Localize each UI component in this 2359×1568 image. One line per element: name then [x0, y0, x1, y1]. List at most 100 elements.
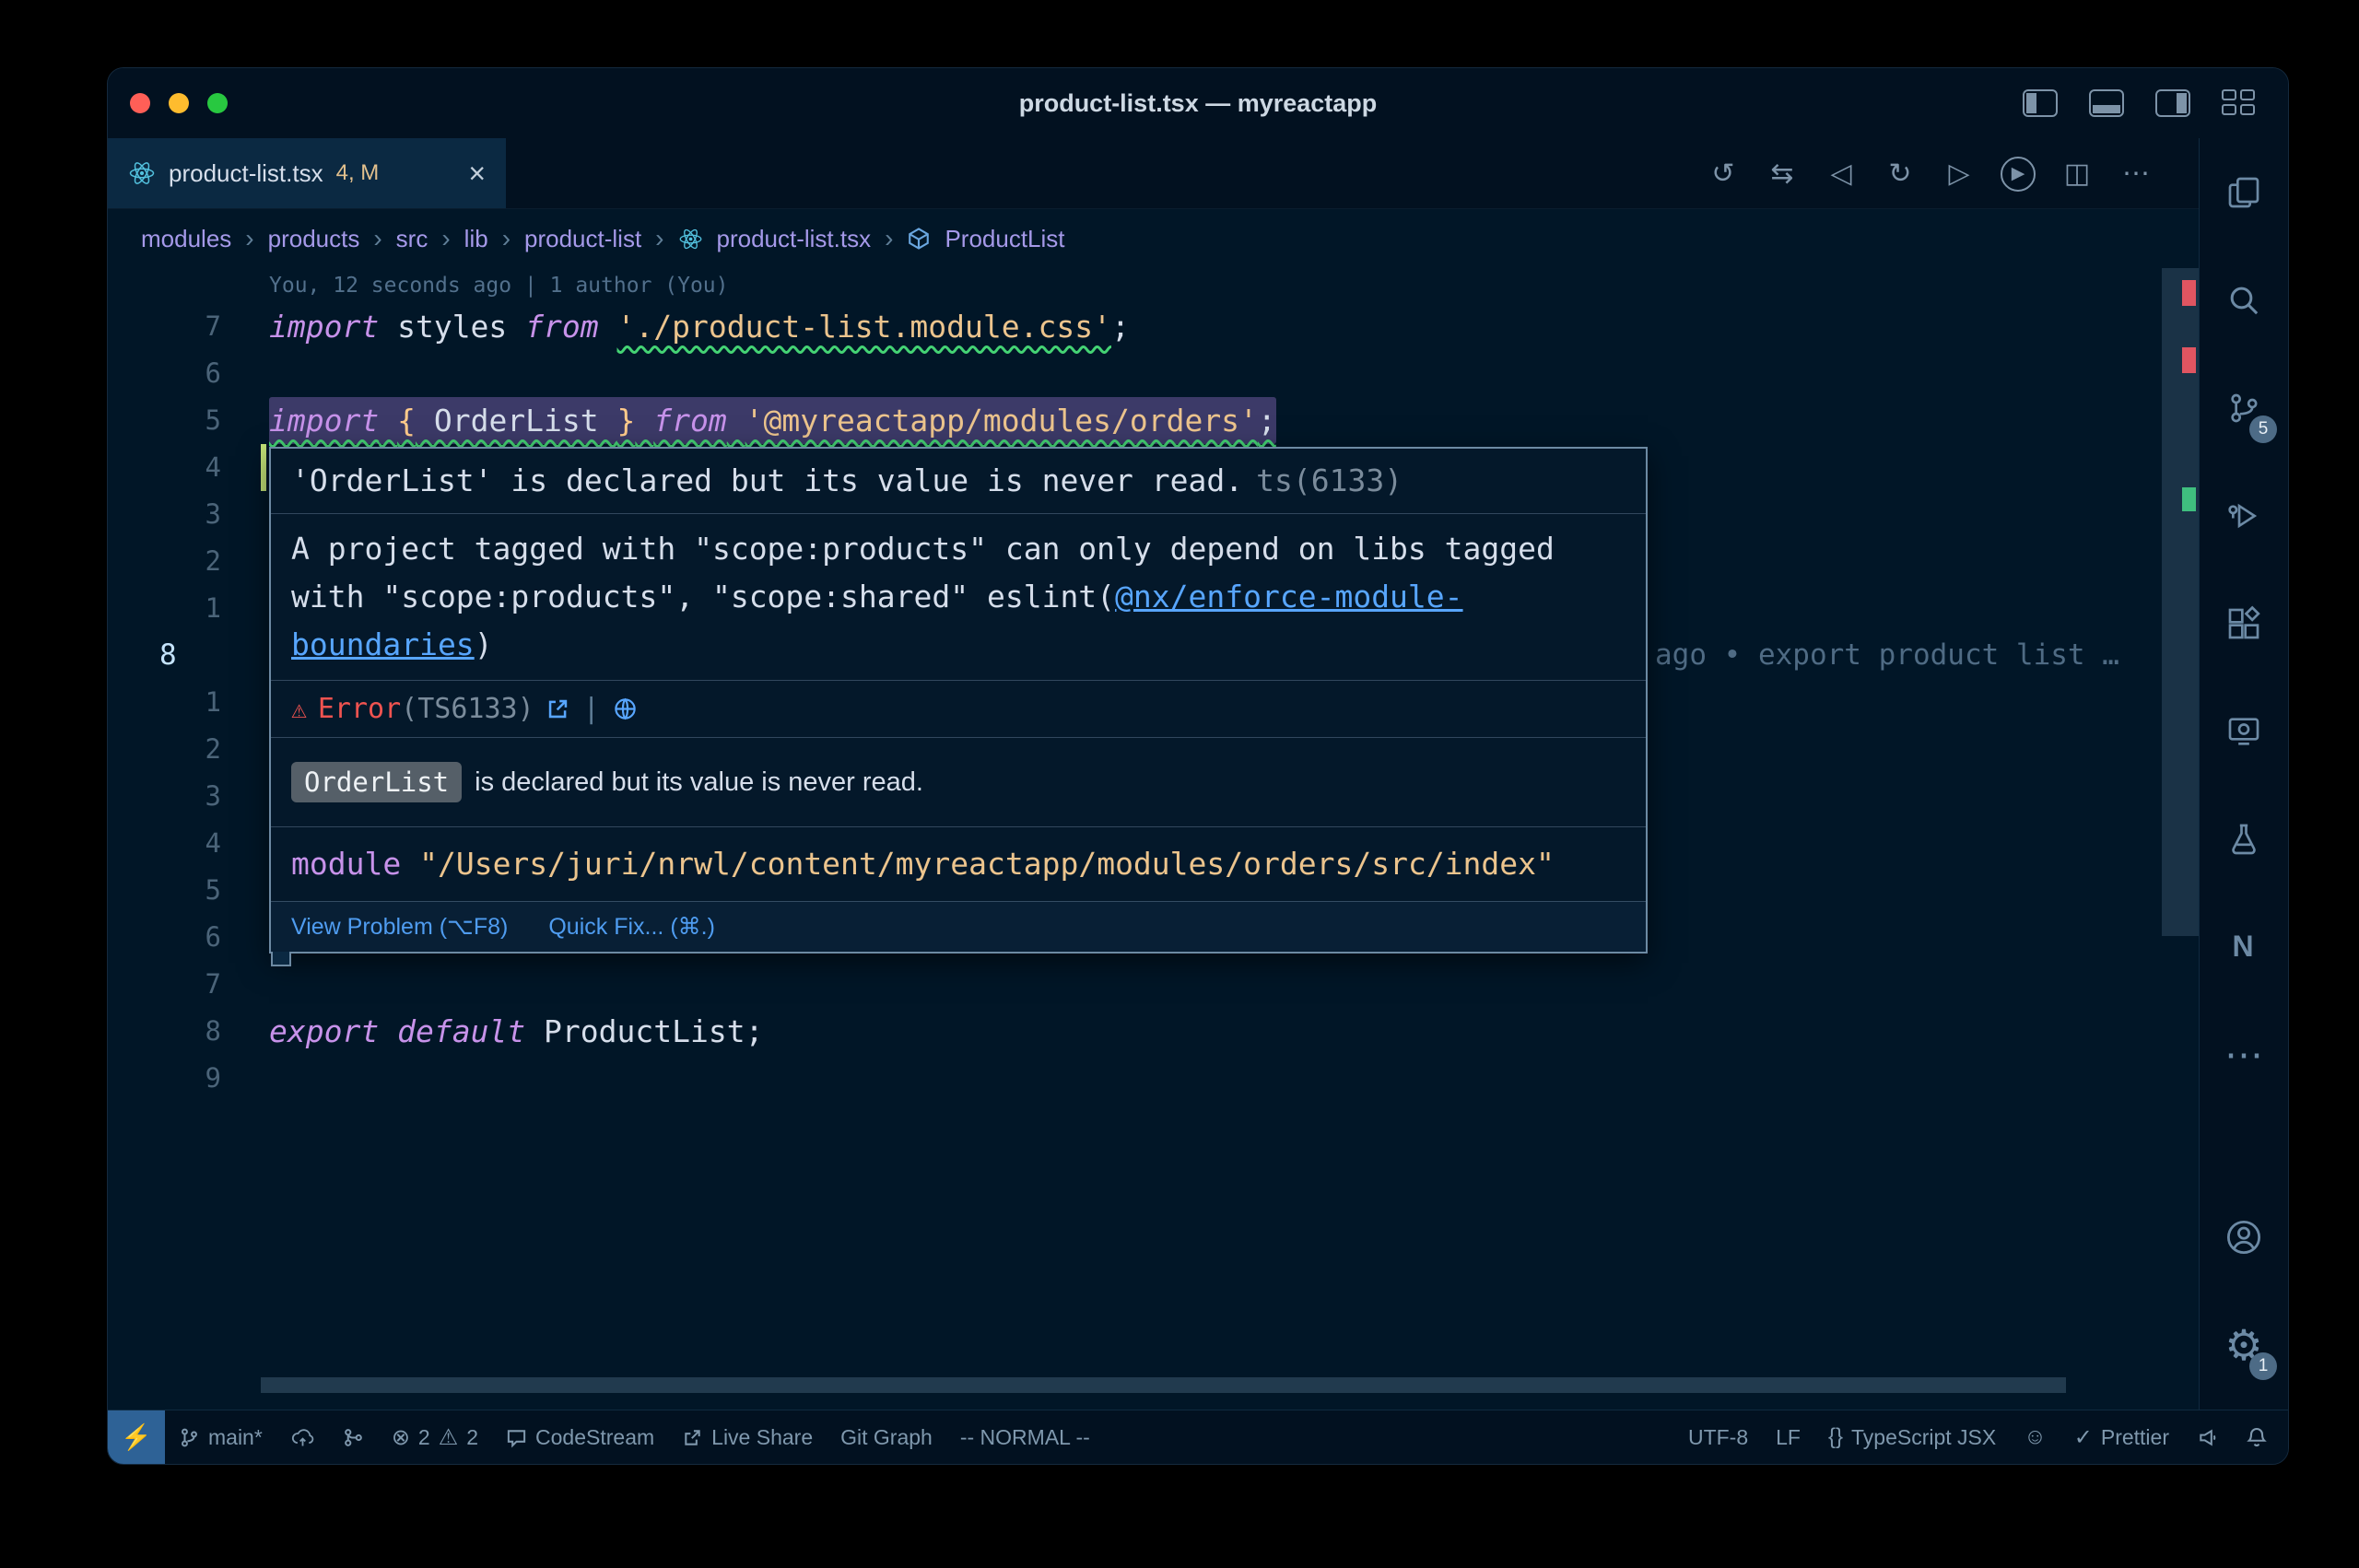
toggle-secondary-sidebar-icon[interactable] [2155, 89, 2190, 117]
code-line[interactable]: 7import styles from './product-list.modu… [108, 303, 2199, 350]
next-change-icon[interactable]: ▷ [1930, 158, 1989, 190]
code-token [599, 309, 617, 345]
close-window-button[interactable] [130, 93, 150, 113]
code-line[interactable]: 9 [108, 1055, 2199, 1102]
quick-fix-action[interactable]: Quick Fix... (⌘.) [548, 913, 715, 941]
zoom-window-button[interactable] [207, 93, 228, 113]
accounts-icon[interactable] [2200, 1183, 2288, 1291]
breadcrumb-separator: › [502, 224, 511, 253]
error-mark [2182, 347, 2196, 373]
statusbar-vim-mode[interactable]: -- NORMAL -- [946, 1410, 1104, 1464]
line-number[interactable]: 6 [108, 350, 269, 397]
code-token: styles [379, 309, 525, 345]
statusbar-codestream[interactable]: CodeStream [492, 1410, 668, 1464]
settings-gear-icon[interactable]: ⚙ 1 [2200, 1291, 2288, 1398]
explorer-icon[interactable] [2200, 138, 2288, 246]
overview-ruler[interactable] [2162, 268, 2199, 1410]
extensions-icon[interactable] [2200, 569, 2288, 677]
warning-triangle-icon: ⚠ [439, 1424, 459, 1451]
external-link-icon[interactable] [546, 696, 570, 721]
statusbar-announcement[interactable] [2183, 1410, 2232, 1464]
statusbar-live-share[interactable]: Live Share [668, 1410, 827, 1464]
line-number[interactable]: 7 [108, 303, 269, 350]
line-number[interactable]: 2 [108, 726, 269, 773]
breadcrumb-item-products[interactable]: products [268, 225, 360, 253]
symbol-badge: OrderList [291, 762, 462, 802]
line-number[interactable]: 8 [108, 632, 269, 679]
statusbar-eol[interactable]: LF [1762, 1410, 1814, 1464]
horizontal-scrollbar[interactable] [261, 1377, 2066, 1393]
code-line[interactable]: 6 [108, 350, 2199, 397]
branch-label: main* [208, 1425, 263, 1450]
remote-explorer-icon[interactable] [2200, 677, 2288, 785]
globe-icon[interactable] [613, 696, 638, 721]
statusbar-encoding[interactable]: UTF-8 [1674, 1410, 1762, 1464]
remote-indicator[interactable]: ⚡ [108, 1410, 165, 1464]
line-number[interactable]: 6 [108, 914, 269, 961]
line-number[interactable]: 8 [108, 1008, 269, 1055]
more-actions-icon[interactable]: ⋯ [2107, 158, 2165, 190]
title-bar: product-list.tsx — myreactapp [108, 68, 2288, 138]
error-row: ⚠ Error(TS6133) | [271, 680, 1646, 737]
run-debug-icon[interactable] [2200, 462, 2288, 569]
breadcrumb-item-lib[interactable]: lib [464, 225, 488, 253]
line-number[interactable]: 4 [108, 444, 269, 491]
line-number[interactable]: 1 [108, 679, 269, 726]
statusbar-feedback[interactable]: ☺ [2010, 1410, 2060, 1464]
editor-actions: ↺ ⇆ ◁ ↻ ▷ ▶ ◫ ⋯ [1694, 138, 2199, 208]
line-number[interactable]: 4 [108, 820, 269, 867]
line-number[interactable]: 5 [108, 867, 269, 914]
react-icon [128, 159, 156, 187]
code-line[interactable]: 7 [108, 961, 2199, 1008]
line-number[interactable]: 3 [108, 773, 269, 820]
error-detail-row: OrderList is declared but its value is n… [271, 737, 1646, 826]
code-token [379, 1013, 397, 1049]
history-icon[interactable]: ↺ [1694, 158, 1753, 190]
breadcrumb-item-symbol[interactable]: ProductList [945, 225, 1064, 253]
statusbar-prettier[interactable]: ✓ Prettier [2060, 1410, 2183, 1464]
breadcrumb-item-modules[interactable]: modules [141, 225, 231, 253]
toggle-primary-sidebar-icon[interactable] [2023, 89, 2058, 117]
compare-changes-icon[interactable]: ⇆ [1753, 158, 1812, 190]
tab-product-list[interactable]: product-list.tsx 4, M × [108, 138, 506, 208]
view-problem-action[interactable]: View Problem (⌥F8) [291, 913, 508, 941]
statusbar-publish[interactable] [276, 1410, 329, 1464]
sync-icon[interactable]: ↻ [1871, 158, 1930, 190]
customize-layout-icon[interactable] [2222, 89, 2257, 117]
testing-icon[interactable] [2200, 785, 2288, 893]
code-line[interactable]: 8export default ProductList; [108, 1008, 2199, 1055]
run-icon[interactable]: ▶ [1989, 155, 2048, 192]
breadcrumb-item-product-list[interactable]: product-list [524, 225, 641, 253]
statusbar-branch[interactable]: main* [165, 1410, 276, 1464]
statusbar-language[interactable]: {} TypeScript JSX [1814, 1410, 2010, 1464]
popup-resize-grip[interactable] [271, 952, 291, 966]
minimize-window-button[interactable] [169, 93, 189, 113]
code-line[interactable]: 5import { OrderList } from '@myreactapp/… [108, 397, 2199, 444]
search-icon[interactable] [2200, 246, 2288, 354]
line-number[interactable]: 9 [108, 1055, 269, 1102]
line-number[interactable]: 1 [108, 585, 269, 632]
statusbar-problems[interactable]: ⊗ 2 ⚠ 2 [378, 1410, 492, 1464]
source-control-icon[interactable]: 5 [2200, 354, 2288, 462]
breadcrumb-item-file[interactable]: product-list.tsx [717, 225, 872, 253]
line-number[interactable]: 3 [108, 491, 269, 538]
eol-label: LF [1776, 1425, 1801, 1450]
line-number[interactable]: 5 [108, 397, 269, 444]
more-views-icon[interactable]: ⋯ [2200, 1000, 2288, 1108]
diagnostic-source: ts(6133) [1256, 462, 1402, 498]
line-number[interactable]: 2 [108, 538, 269, 585]
nx-console-icon[interactable]: N [2200, 893, 2288, 1000]
statusbar-notifications[interactable] [2232, 1410, 2288, 1464]
breadcrumb-item-src[interactable]: src [396, 225, 428, 253]
statusbar-git-graph[interactable]: Git Graph [827, 1410, 946, 1464]
statusbar-git-graph-button[interactable] [329, 1410, 378, 1464]
tab-close-icon[interactable]: × [468, 158, 486, 188]
split-editor-icon[interactable]: ◫ [2048, 158, 2107, 190]
editor[interactable]: You, 12 seconds ago | 1 author (You) 7im… [108, 268, 2199, 1410]
line-number[interactable]: 7 [108, 961, 269, 1008]
previous-change-icon[interactable]: ◁ [1812, 158, 1871, 190]
codelens-blame[interactable]: You, 12 seconds ago | 1 author (You) [269, 268, 2199, 303]
toggle-panel-icon[interactable] [2089, 89, 2124, 117]
bell-icon [2246, 1426, 2268, 1448]
code-token: export [269, 1013, 379, 1049]
